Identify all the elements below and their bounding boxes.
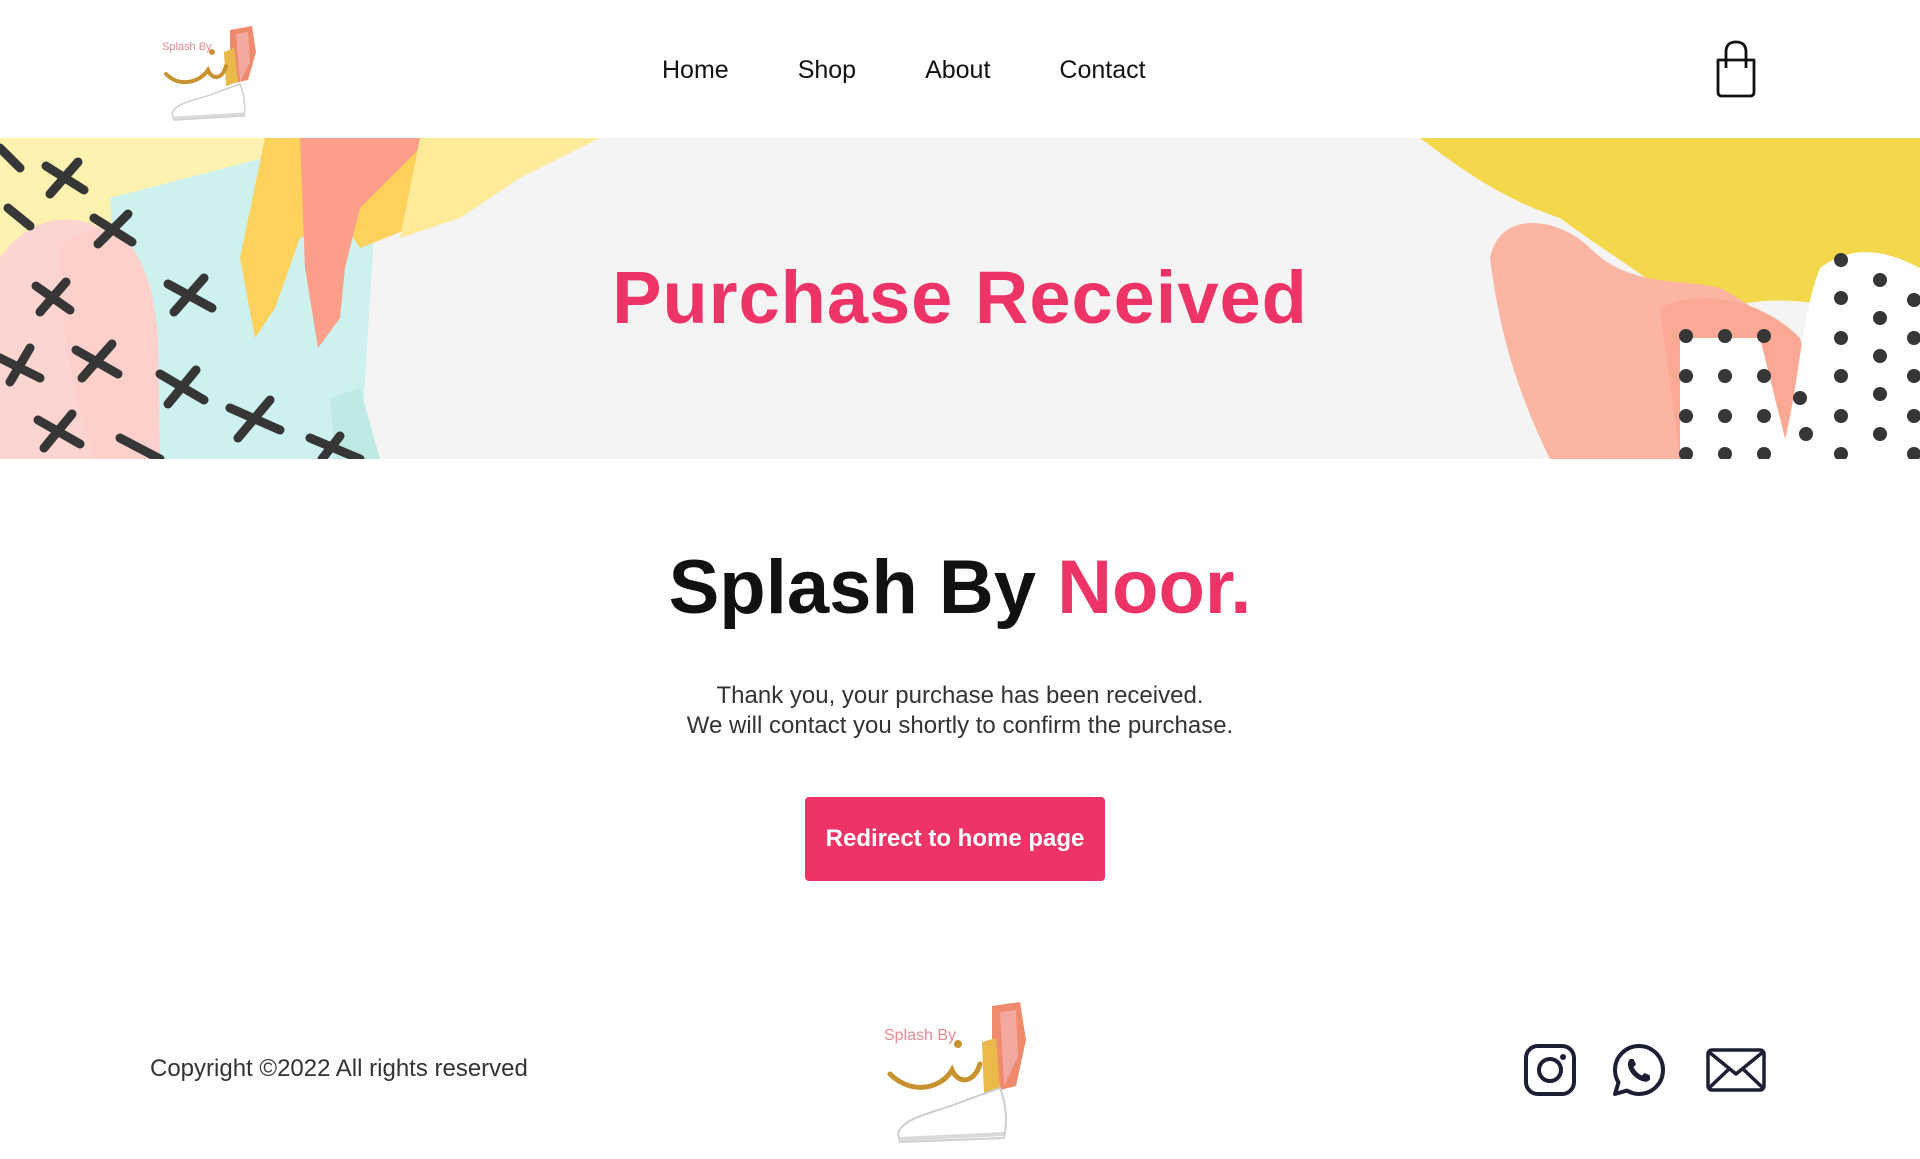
nav-shop[interactable]: Shop <box>798 53 856 87</box>
mail-icon <box>1706 1048 1766 1092</box>
brand-name-accent: Noor. <box>1057 545 1252 630</box>
message-line-2: We will contact you shortly to confirm t… <box>686 712 1234 739</box>
brand-heading: Splash By Noor. <box>0 545 1920 631</box>
footer-logo[interactable]: Splash By <box>882 1000 1037 1145</box>
nav-contact[interactable]: Contact <box>1059 53 1145 87</box>
instagram-link[interactable] <box>1522 1042 1578 1098</box>
logo-text: Splash By <box>162 41 212 53</box>
nav-about[interactable]: About <box>925 53 990 87</box>
site-header: Splash By Home Shop About Contact <box>0 0 1920 138</box>
message-line-1: Thank you, your purchase has been receiv… <box>716 682 1204 709</box>
shopping-bag-icon <box>1716 40 1756 98</box>
main-nav: Home Shop About Contact <box>662 53 1146 87</box>
logo-image: Splash By <box>162 26 256 121</box>
copyright-text: Copyright ©2022 All rights reserved <box>150 1055 528 1082</box>
instagram-icon <box>1524 1044 1576 1096</box>
brand-name: Splash By <box>668 545 1058 630</box>
cart-button[interactable] <box>1712 38 1760 100</box>
redirect-home-button[interactable]: Redirect to home page <box>805 797 1105 881</box>
nav-home[interactable]: Home <box>662 53 729 87</box>
footer-logo-text: Splash By <box>884 1027 956 1044</box>
site-logo[interactable]: Splash By <box>160 22 270 122</box>
whatsapp-link[interactable] <box>1611 1042 1667 1098</box>
page-title: Purchase Received <box>612 256 1308 339</box>
footer-logo-image: Splash By <box>884 1002 1026 1144</box>
confirmation-message: Thank you, your purchase has been receiv… <box>0 681 1920 741</box>
hero-banner: Purchase Received <box>0 138 1920 459</box>
email-link[interactable] <box>1705 1042 1767 1098</box>
whatsapp-icon <box>1613 1044 1665 1096</box>
